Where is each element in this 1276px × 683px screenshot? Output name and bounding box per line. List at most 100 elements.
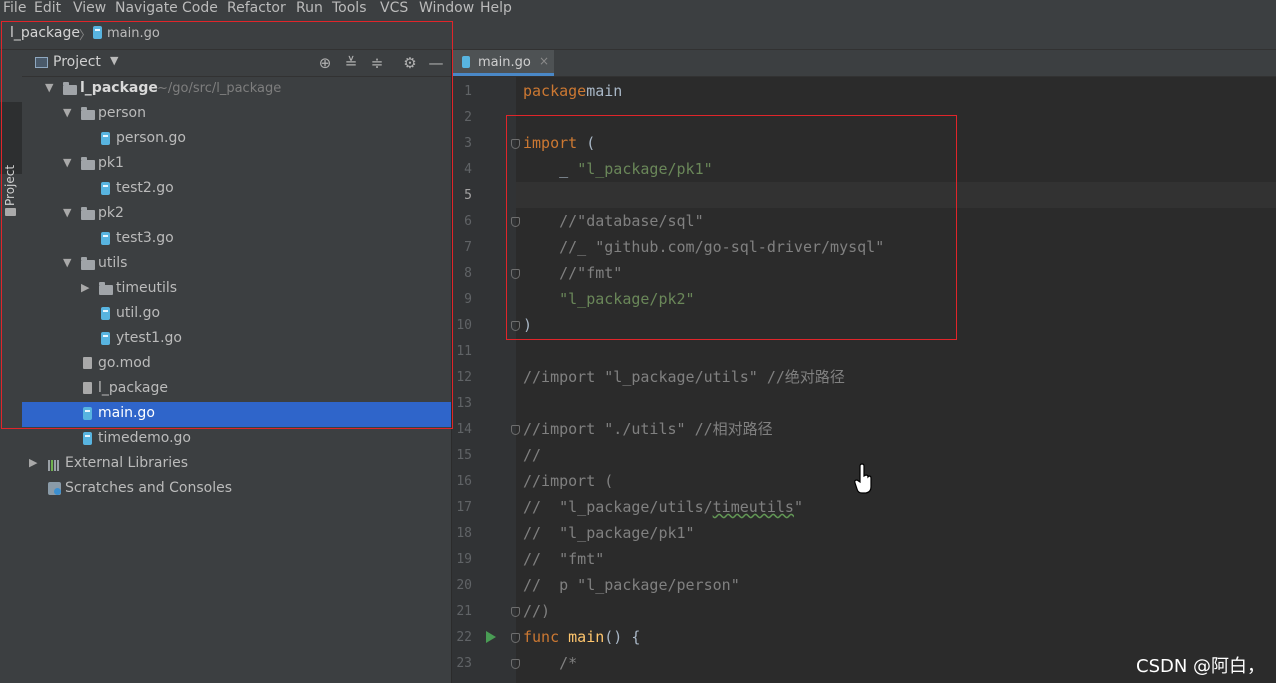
code-line[interactable]: ) [523, 312, 532, 338]
tree-item[interactable]: l_package [22, 377, 451, 402]
locate-icon[interactable]: ⊕ [317, 54, 333, 72]
menu-help[interactable]: Help [480, 0, 512, 20]
code-line[interactable]: //"fmt" [523, 260, 622, 286]
project-view-icon [35, 57, 48, 68]
tree-item-path-hint: ~/go/src/l_package [157, 81, 282, 96]
fold-marker-icon[interactable] [511, 607, 520, 617]
code-token: _ [523, 160, 578, 178]
fold-marker-icon[interactable] [511, 217, 520, 227]
tree-item[interactable]: ▼ pk2 [22, 202, 451, 227]
code-line[interactable]: // "l_package/pk1" [523, 520, 695, 546]
tree-item-label: test2.go [116, 180, 174, 196]
code-token: main [586, 82, 623, 100]
tree-item-label: main.go [98, 405, 155, 421]
menu-run[interactable]: Run [296, 0, 323, 20]
tree-item-label: l_package [80, 80, 158, 96]
code-line[interactable]: //"database/sql" [523, 208, 704, 234]
project-view-selector[interactable]: Project [53, 54, 101, 70]
chevron-right-icon[interactable]: ▶ [81, 281, 89, 294]
menu-navigate[interactable]: Navigate [115, 0, 178, 20]
menu-file[interactable]: File [3, 0, 26, 20]
code-line[interactable]: _ "l_package/pk1" [523, 156, 713, 182]
chevron-right-icon[interactable]: ▶ [29, 456, 37, 469]
code-line[interactable]: //import "l_package/utils" //绝对路径 [523, 364, 845, 390]
code-line[interactable]: //import "./utils" //相对路径 [523, 416, 773, 442]
code-token: // "l_package/pk1" [523, 524, 695, 542]
chevron-down-icon[interactable]: ▼ [63, 156, 71, 169]
tree-item[interactable]: ▼ person [22, 102, 451, 127]
line-number: 1 [464, 84, 472, 99]
minimize-icon[interactable]: — [428, 54, 444, 72]
tree-item[interactable]: test2.go [22, 177, 451, 202]
menu-vcs[interactable]: VCS [380, 0, 408, 20]
watermark-text: CSDN @阿白， [1136, 656, 1266, 677]
tree-item[interactable]: Scratches and Consoles [22, 477, 451, 502]
code-line[interactable]: /* [523, 650, 577, 676]
close-icon[interactable]: × [539, 54, 549, 68]
tab-main-go[interactable]: main.go × [452, 50, 554, 76]
tree-item[interactable]: ▶ External Libraries [22, 452, 451, 477]
expand-all-icon[interactable]: ≚ [343, 54, 359, 72]
code-token: //"fmt" [523, 264, 623, 282]
menu-view[interactable]: View [73, 0, 106, 20]
code-line[interactable]: packagemain [523, 78, 622, 104]
tree-item-label: test3.go [116, 230, 174, 246]
tree-item[interactable]: ytest1.go [22, 327, 451, 352]
chevron-down-icon[interactable]: ▼ [110, 54, 118, 67]
code-line[interactable]: func main() { [523, 624, 640, 650]
fold-marker-icon[interactable] [511, 269, 520, 279]
folder-icon [5, 208, 16, 216]
fold-marker-icon[interactable] [511, 659, 520, 669]
code-line[interactable]: //import ( [523, 468, 613, 494]
fold-marker-icon[interactable] [511, 425, 520, 435]
code-token: ) [523, 316, 533, 334]
tree-item[interactable]: util.go [22, 302, 451, 327]
tree-item-label: External Libraries [65, 455, 188, 471]
folder-icon [81, 157, 95, 170]
code-line[interactable]: // [523, 442, 541, 468]
tree-item[interactable]: ▼ utils [22, 252, 451, 277]
code-line[interactable]: //) [523, 598, 550, 624]
line-number: 6 [464, 214, 472, 229]
code-line[interactable]: import ( [523, 130, 595, 156]
chevron-down-icon[interactable]: ▼ [45, 81, 53, 94]
code-line[interactable]: //_ "github.com/go-sql-driver/mysql" [523, 234, 884, 260]
line-number: 8 [464, 266, 472, 281]
tree-item[interactable]: main.go [22, 402, 451, 427]
breadcrumb-file[interactable]: main.go [107, 26, 160, 41]
breadcrumb-project[interactable]: l_package [10, 25, 80, 41]
menu-edit[interactable]: Edit [34, 0, 61, 20]
code-token: // "l_package/utils/ [523, 498, 713, 516]
chevron-down-icon[interactable]: ▼ [63, 206, 71, 219]
run-icon[interactable] [486, 631, 496, 643]
code-token: "l_package/pk1" [577, 160, 713, 178]
fold-marker-icon[interactable] [511, 139, 520, 149]
tree-item[interactable]: go.mod [22, 352, 451, 377]
fold-marker-icon[interactable] [511, 633, 520, 643]
code-line[interactable]: "l_package/pk2" [523, 286, 694, 312]
tree-item[interactable]: test3.go [22, 227, 451, 252]
menu-window[interactable]: Window [419, 0, 474, 20]
code-token: import [523, 134, 578, 152]
tree-item[interactable]: person.go [22, 127, 451, 152]
hand-cursor-icon [854, 463, 872, 494]
fold-marker-icon[interactable] [511, 321, 520, 331]
menu-tools[interactable]: Tools [332, 0, 367, 20]
menu-code[interactable]: Code [182, 0, 218, 20]
tree-item[interactable]: ▶ timeutils [22, 277, 451, 302]
gear-icon[interactable]: ⚙ [402, 54, 418, 72]
code-line[interactable]: // "l_package/utils/timeutils" [523, 494, 803, 520]
tree-item-label: util.go [116, 305, 161, 321]
tree-item-label: Scratches and Consoles [65, 480, 232, 496]
chevron-down-icon[interactable]: ▼ [63, 256, 71, 269]
collapse-all-icon[interactable]: ≑ [369, 54, 385, 72]
tree-item[interactable]: timedemo.go [22, 427, 451, 452]
code-line[interactable]: // p "l_package/person" [523, 572, 740, 598]
menu-refactor[interactable]: Refactor [227, 0, 286, 20]
project-tool-tab[interactable]: Project [0, 102, 22, 216]
chevron-down-icon[interactable]: ▼ [63, 106, 71, 119]
tree-item[interactable]: ▼ l_package ~/go/src/l_package [22, 77, 451, 102]
code-line[interactable]: // "fmt" [523, 546, 604, 572]
code-editor[interactable]: 1 2 3 4 5 6 7 8 9 10 11 12 13 14 15 16 17 18 19 20 21 22 23 pa… [452, 77, 1276, 683]
tree-item[interactable]: ▼ pk1 [22, 152, 451, 177]
